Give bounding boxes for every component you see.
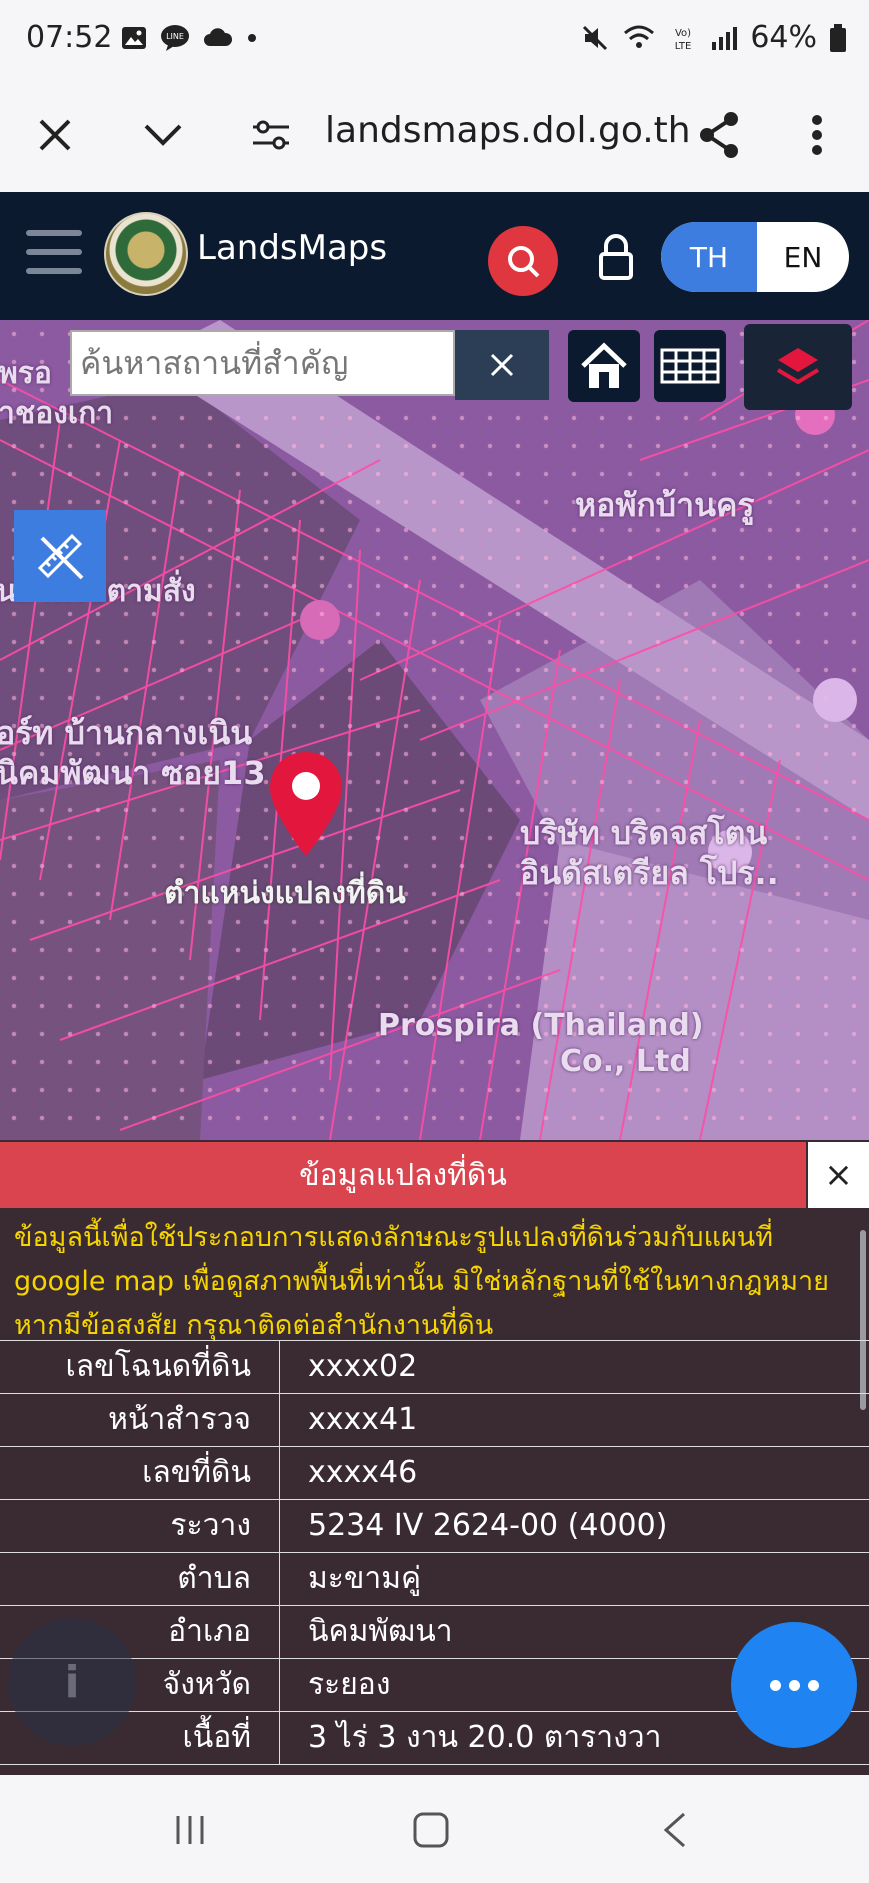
status-right: Vo) LTE 64% xyxy=(580,20,847,55)
row-value: xxxx46 xyxy=(308,1455,418,1490)
gallery-icon xyxy=(122,27,146,49)
more-vert-icon xyxy=(812,115,822,155)
row-label: ระวาง xyxy=(0,1500,280,1552)
wifi-icon xyxy=(624,25,655,48)
dot xyxy=(788,1679,800,1691)
status-time: 07:52 xyxy=(26,20,113,55)
home-circle-icon xyxy=(413,1812,449,1848)
battery-percent: 64% xyxy=(750,20,817,55)
row-label: เลขที่ดิน xyxy=(0,1447,280,1499)
ruler-pencil-icon xyxy=(37,533,84,580)
map-label-prospira: Co., Ltd xyxy=(560,1044,691,1079)
grid-button[interactable] xyxy=(654,330,726,402)
home-nav-button[interactable] xyxy=(401,1805,461,1855)
svg-text:LINE: LINE xyxy=(166,32,184,41)
home-icon xyxy=(581,342,627,388)
url-text[interactable]: landsmaps.dol.go.th xyxy=(325,110,691,151)
svg-text:LTE: LTE xyxy=(675,41,692,52)
close-tab-button[interactable] xyxy=(24,104,86,166)
row-value: 5234 IV 2624-00 (4000) xyxy=(308,1508,668,1543)
row-value: มะขามคู่ xyxy=(308,1561,422,1596)
info-button[interactable]: i xyxy=(8,1618,136,1746)
share-icon xyxy=(700,112,738,158)
close-icon xyxy=(39,119,71,151)
table-row: อำเภอ นิคมพัฒนา xyxy=(0,1606,869,1659)
chat-fab-button[interactable] xyxy=(731,1622,857,1748)
info-icon: i xyxy=(64,1656,80,1708)
row-value: xxxx02 xyxy=(308,1349,418,1384)
table-row: เนื้อที่ 3 ไร่ 3 งาน 20.0 ตารางวา xyxy=(0,1712,869,1765)
panel-title: ข้อมูลแปลงที่ดิน xyxy=(0,1142,806,1208)
cloud-icon xyxy=(204,28,233,46)
site-settings-button[interactable] xyxy=(240,104,302,166)
table-row: เลขที่ดิน xxxx46 xyxy=(0,1447,869,1500)
recent-apps-button[interactable] xyxy=(160,1805,220,1855)
status-bar: 07:52 LINE Vo) LTE 64% xyxy=(0,0,869,82)
mute-icon xyxy=(583,25,608,50)
home-button[interactable] xyxy=(568,330,640,402)
layers-button[interactable] xyxy=(744,324,852,410)
signal-icon xyxy=(712,26,738,50)
back-button[interactable] xyxy=(645,1805,705,1855)
layers-icon xyxy=(776,348,820,385)
marker-label: ตำแหน่งแปลงที่ดิน xyxy=(164,876,406,911)
land-map[interactable]: พรอ าชองเกา หอพักบ้านครู นสำหรับตามสั่ง … xyxy=(0,320,869,1140)
volte-icon: Vo) LTE xyxy=(675,28,692,52)
tune-icon xyxy=(253,120,289,150)
system-nav-bar xyxy=(0,1775,869,1883)
recents-icon xyxy=(176,1816,204,1844)
table-row: ตำบล มะขามคู่ xyxy=(0,1553,869,1606)
grid-icon xyxy=(660,348,720,384)
table-row: ระวาง 5234 IV 2624-00 (4000) xyxy=(0,1500,869,1553)
chevron-down-icon xyxy=(144,124,182,146)
place-search-input[interactable]: ค้นหาสถานที่สำคัญ xyxy=(70,330,455,396)
lang-th-button[interactable]: TH xyxy=(661,222,757,292)
lang-en-button[interactable]: EN xyxy=(757,222,849,292)
department-logo xyxy=(104,212,188,296)
map-label-company: อินดัสเตรียล โปร.. xyxy=(520,854,779,892)
language-toggle[interactable]: TH EN xyxy=(661,222,849,292)
line-icon: LINE xyxy=(161,25,189,51)
browser-toolbar: landsmaps.dol.go.th xyxy=(0,82,869,192)
search-clear-button[interactable] xyxy=(455,330,549,400)
row-value: xxxx41 xyxy=(308,1402,418,1437)
collapse-button[interactable] xyxy=(132,104,194,166)
dot-icon xyxy=(248,34,256,42)
lock-icon[interactable] xyxy=(596,232,636,282)
map-label-prospira: Prospira (Thailand) xyxy=(378,1008,704,1043)
dot xyxy=(807,1679,819,1691)
notification-icons: LINE xyxy=(120,24,258,52)
dot xyxy=(769,1679,781,1691)
brand-title: LandsMaps xyxy=(197,228,388,268)
battery-icon xyxy=(830,23,846,52)
row-label: ตำบล xyxy=(0,1553,280,1605)
map-pin-icon[interactable] xyxy=(266,748,346,860)
back-icon xyxy=(663,1812,685,1848)
table-row: เลขโฉนดที่ดิน xxxx02 xyxy=(0,1341,869,1394)
search-icon xyxy=(508,246,540,278)
measure-tool-button[interactable] xyxy=(14,510,106,602)
more-menu-button[interactable] xyxy=(786,104,848,166)
row-label: เลขโฉนดที่ดิน xyxy=(0,1341,280,1393)
svg-text:Vo): Vo) xyxy=(675,28,691,39)
panel-close-button[interactable]: × xyxy=(808,1142,869,1208)
disclaimer-line: google map เพื่อดูสภาพพื้นที่เท่านั้น มิ… xyxy=(14,1266,829,1297)
disclaimer-text: ข้อมูลนี้เพื่อใช้ประกอบการแสดงลักษณะรูปแ… xyxy=(14,1216,864,1348)
search-button[interactable] xyxy=(488,226,558,296)
close-icon xyxy=(490,353,514,377)
map-label-apartment: นิคมพัฒนา ซอย13 xyxy=(0,754,266,792)
table-row: หน้าสำรวจ xxxx41 xyxy=(0,1394,869,1447)
row-label: หน้าสำรวจ xyxy=(0,1394,280,1446)
disclaimer-line: ข้อมูลนี้เพื่อใช้ประกอบการแสดงลักษณะรูปแ… xyxy=(14,1222,774,1253)
menu-button[interactable] xyxy=(26,230,82,274)
map-label-hostel: หอพักบ้านครู xyxy=(575,486,755,524)
map-label: าชองเกา xyxy=(0,396,114,431)
share-button[interactable] xyxy=(688,104,750,166)
app-header: LandsMaps TH EN xyxy=(0,192,869,320)
